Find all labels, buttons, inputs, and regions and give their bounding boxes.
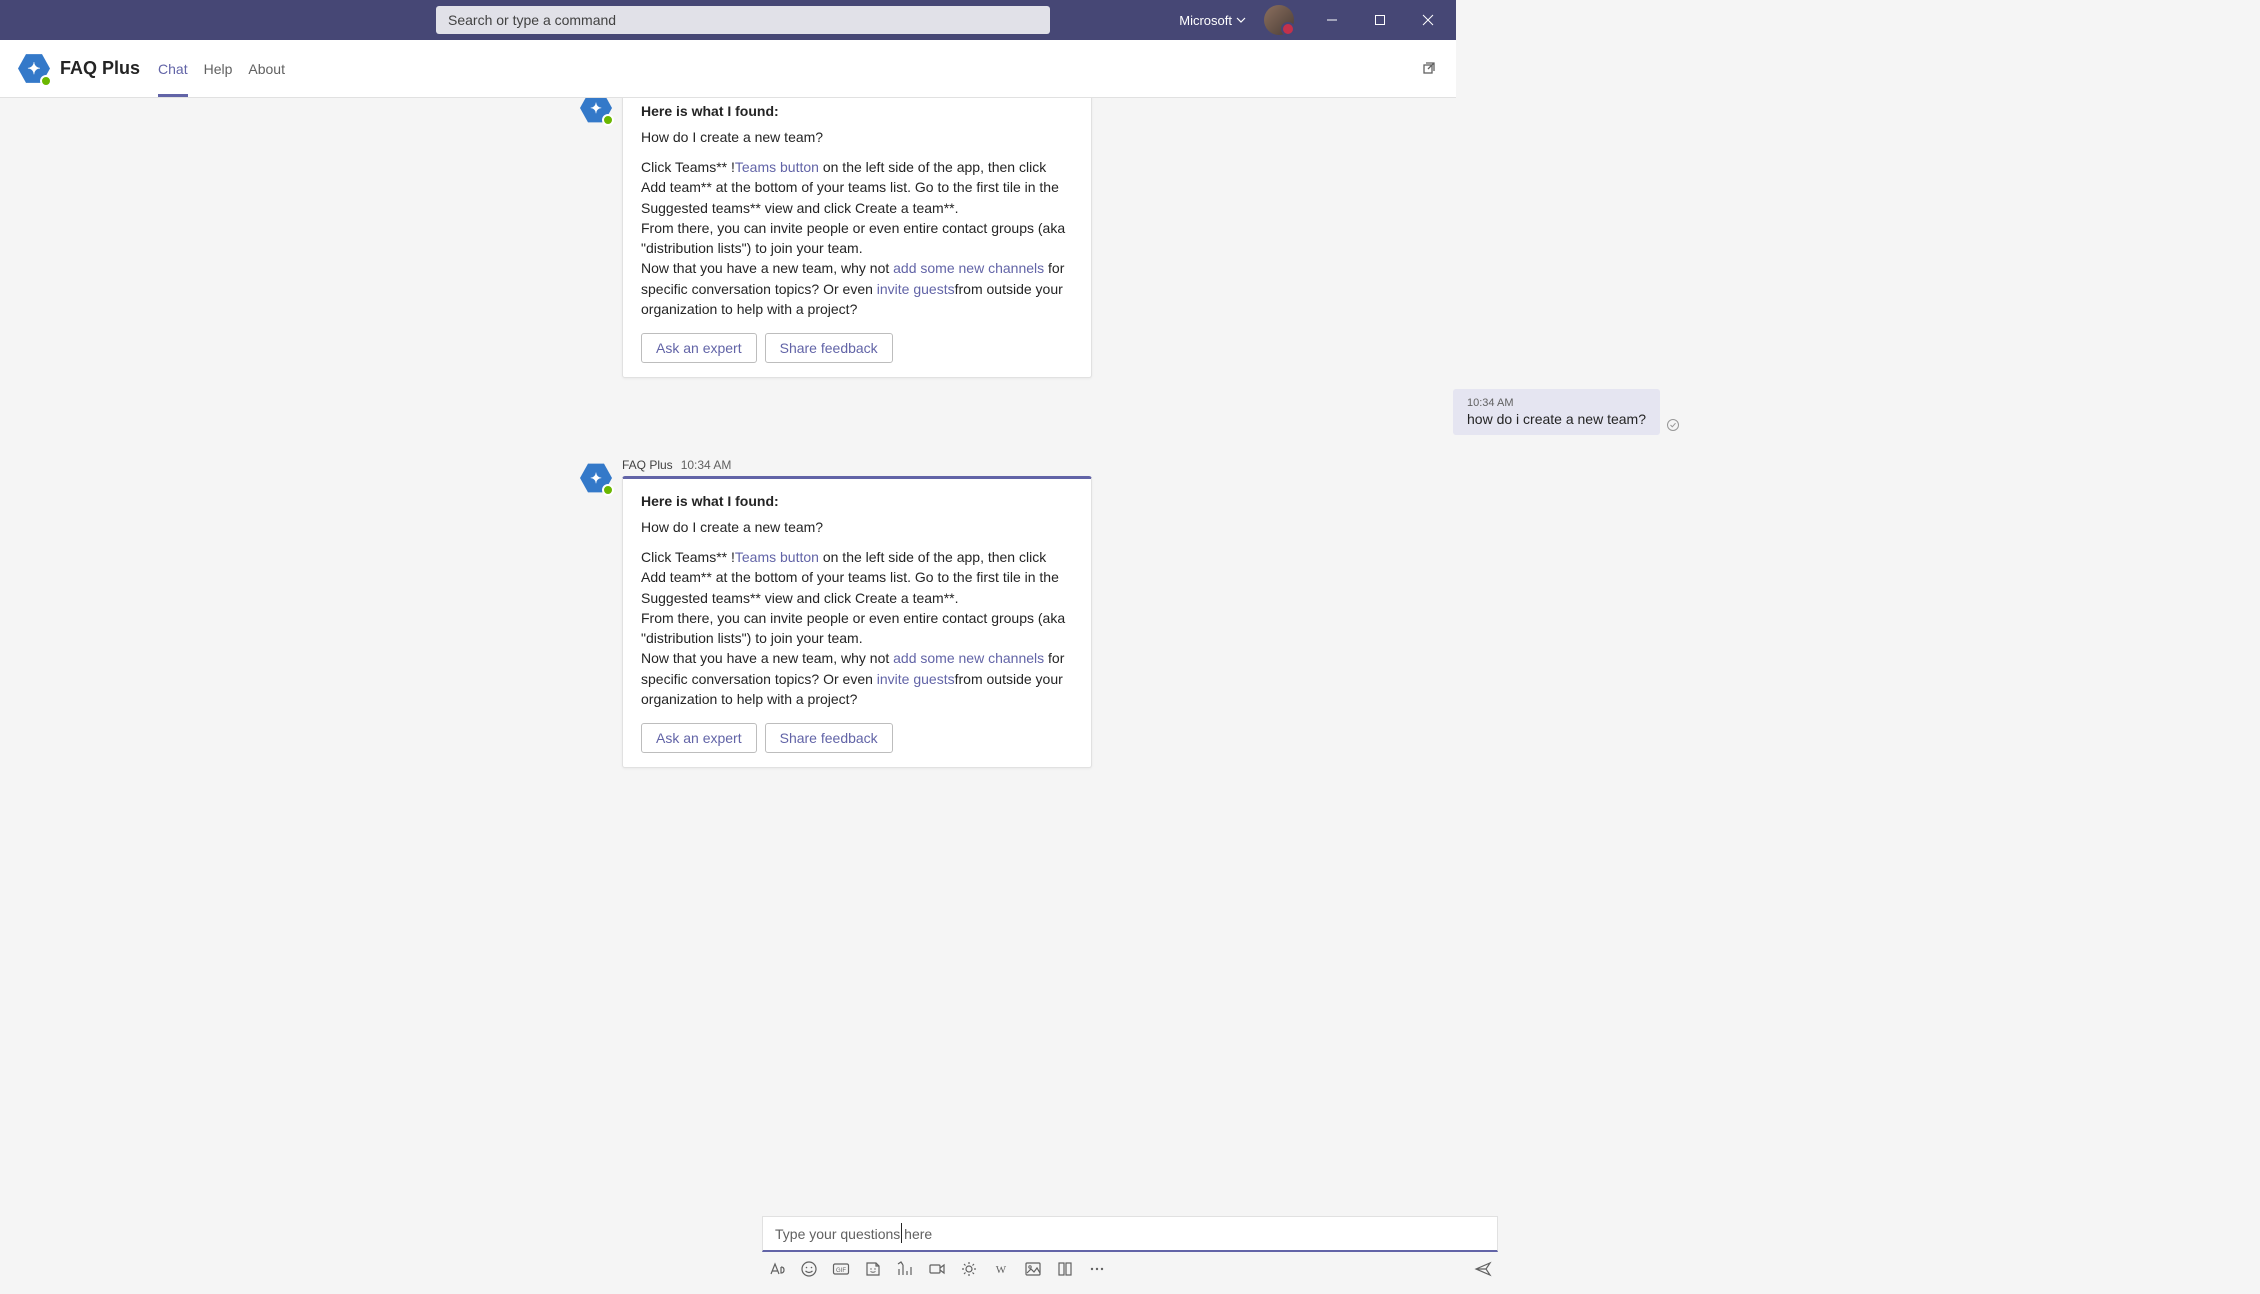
tab-help[interactable]: Help bbox=[204, 40, 233, 97]
format-icon[interactable] bbox=[768, 1260, 786, 1278]
app-title: FAQ Plus bbox=[60, 58, 140, 79]
message-meta: FAQ Plus 10:34 AM bbox=[622, 458, 1092, 472]
presence-available-icon bbox=[40, 75, 52, 87]
compose-toolbar: GIF W bbox=[762, 1252, 1498, 1286]
svg-text:GIF: GIF bbox=[836, 1268, 846, 1274]
sender-name: FAQ Plus bbox=[622, 458, 673, 472]
chevron-down-icon bbox=[1236, 15, 1246, 25]
card-body: Click Teams** !Teams button on the left … bbox=[641, 157, 1073, 319]
search-placeholder: Search or type a command bbox=[448, 12, 616, 28]
sent-status-icon bbox=[1666, 418, 1680, 435]
poll-icon[interactable] bbox=[896, 1260, 914, 1278]
card-question: How do I create a new team? bbox=[641, 129, 1073, 145]
org-name: Microsoft bbox=[1179, 13, 1232, 28]
close-button[interactable] bbox=[1408, 0, 1448, 40]
card-question: How do I create a new team? bbox=[641, 519, 1073, 535]
user-avatar[interactable] bbox=[1264, 5, 1294, 35]
stream-icon[interactable] bbox=[928, 1260, 946, 1278]
gif-icon[interactable]: GIF bbox=[832, 1260, 850, 1278]
wiki-icon[interactable]: W bbox=[992, 1260, 1010, 1278]
bot-message: ✦ FAQ Plus 10:34 AM Here is what I found… bbox=[580, 458, 1092, 768]
compose-area: Type your questions here GIF W bbox=[0, 1210, 2260, 1294]
invite-guests-link[interactable]: invite guests bbox=[877, 671, 955, 687]
message-input[interactable]: Type your questions here bbox=[762, 1216, 1498, 1252]
add-channels-link[interactable]: add some new channels bbox=[893, 650, 1044, 666]
share-feedback-button[interactable]: Share feedback bbox=[765, 333, 893, 363]
global-search-input[interactable]: Search or type a command bbox=[436, 6, 1050, 34]
tab-bar: Chat Help About bbox=[158, 40, 285, 97]
weather-icon[interactable] bbox=[960, 1260, 978, 1278]
teams-button-link[interactable]: Teams button bbox=[735, 159, 819, 175]
answer-card: Here is what I found: How do I create a … bbox=[622, 98, 1092, 378]
message-text: how do i create a new team? bbox=[1467, 411, 1646, 427]
add-channels-link[interactable]: add some new channels bbox=[893, 260, 1044, 276]
more-icon[interactable] bbox=[1088, 1260, 1106, 1278]
chat-area: ✦ Here is what I found: How do I create … bbox=[0, 98, 2260, 1210]
text-caret bbox=[901, 1223, 902, 1243]
sticker-icon[interactable] bbox=[864, 1260, 882, 1278]
user-bubble[interactable]: 10:34 AM how do i create a new team? bbox=[1453, 389, 1660, 435]
org-switcher[interactable]: Microsoft bbox=[1179, 13, 1246, 28]
svg-text:W: W bbox=[996, 1264, 1007, 1276]
minimize-button[interactable] bbox=[1312, 0, 1352, 40]
app-header: ✦ FAQ Plus Chat Help About bbox=[0, 40, 1456, 98]
tab-about[interactable]: About bbox=[248, 40, 285, 97]
ask-expert-button[interactable]: Ask an expert bbox=[641, 333, 757, 363]
tab-chat[interactable]: Chat bbox=[158, 40, 188, 97]
extension-icon[interactable] bbox=[1056, 1260, 1074, 1278]
emoji-icon[interactable] bbox=[800, 1260, 818, 1278]
bot-avatar: ✦ bbox=[580, 462, 612, 494]
card-heading: Here is what I found: bbox=[641, 103, 1073, 119]
image-icon[interactable] bbox=[1024, 1260, 1042, 1278]
popout-icon[interactable] bbox=[1422, 59, 1438, 78]
share-feedback-button[interactable]: Share feedback bbox=[765, 723, 893, 753]
send-button[interactable] bbox=[1474, 1260, 1492, 1278]
bot-avatar: ✦ bbox=[580, 98, 612, 124]
user-message: 10:34 AM how do i create a new team? bbox=[1453, 389, 1680, 435]
compose-placeholder: Type your questions here bbox=[775, 1226, 932, 1242]
ask-expert-button[interactable]: Ask an expert bbox=[641, 723, 757, 753]
maximize-button[interactable] bbox=[1360, 0, 1400, 40]
card-body: Click Teams** !Teams button on the left … bbox=[641, 547, 1073, 709]
answer-card: Here is what I found: How do I create a … bbox=[622, 476, 1092, 768]
card-heading: Here is what I found: bbox=[641, 493, 1073, 509]
teams-button-link[interactable]: Teams button bbox=[735, 549, 819, 565]
message-timestamp: 10:34 AM bbox=[681, 458, 732, 472]
message-timestamp: 10:34 AM bbox=[1467, 397, 1646, 409]
invite-guests-link[interactable]: invite guests bbox=[877, 281, 955, 297]
bot-message: ✦ Here is what I found: How do I create … bbox=[580, 98, 1092, 378]
app-icon: ✦ bbox=[18, 53, 50, 85]
title-bar: Search or type a command Microsoft bbox=[0, 0, 1456, 40]
